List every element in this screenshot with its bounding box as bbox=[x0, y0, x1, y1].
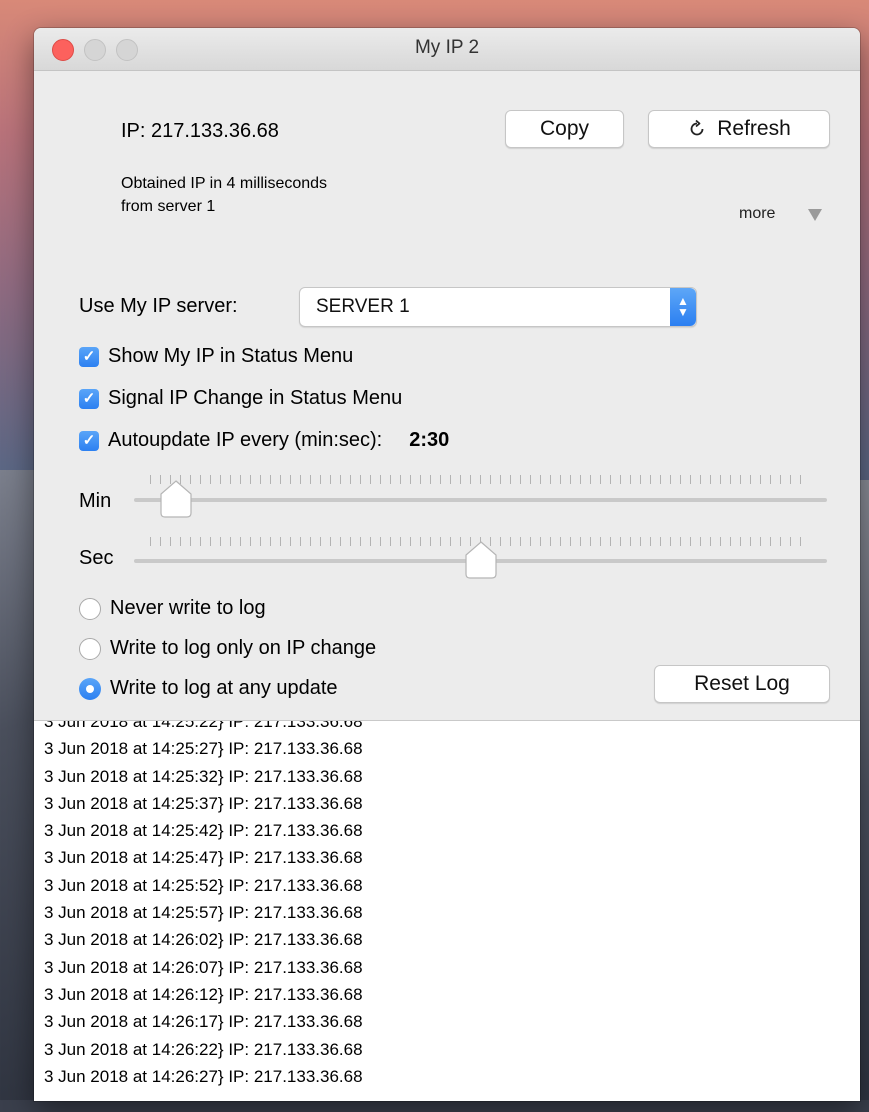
log-line: 3 Jun 2018 at 14:25:22} IP: 217.133.36.6… bbox=[44, 720, 363, 731]
log-line: 3 Jun 2018 at 14:25:42} IP: 217.133.36.6… bbox=[44, 821, 363, 841]
title-bar: My IP 2 bbox=[34, 28, 860, 71]
ip-address-label: IP: 217.133.36.68 bbox=[121, 120, 279, 142]
log-lines: 3 Jun 2018 at 14:25:22} IP: 217.133.36.6… bbox=[44, 720, 363, 1090]
status-line-2: from server 1 bbox=[121, 198, 216, 215]
never-log-radio[interactable] bbox=[79, 597, 101, 620]
log-line: 3 Jun 2018 at 14:25:27} IP: 217.133.36.6… bbox=[44, 739, 363, 759]
sec-slider-knob[interactable] bbox=[464, 541, 497, 579]
log-line: 3 Jun 2018 at 14:26:22} IP: 217.133.36.6… bbox=[44, 1039, 363, 1059]
status-line-1: Obtained IP in 4 milliseconds bbox=[121, 175, 328, 192]
server-label: Use My IP server: bbox=[79, 295, 238, 317]
log-line: 3 Jun 2018 at 14:25:32} IP: 217.133.36.6… bbox=[44, 766, 363, 786]
log-line: 3 Jun 2018 at 14:26:12} IP: 217.133.36.6… bbox=[44, 984, 363, 1004]
show-status-checkbox[interactable]: ✓ bbox=[79, 346, 99, 367]
refresh-icon bbox=[690, 119, 704, 136]
signal-change-checkbox[interactable]: ✓ bbox=[79, 388, 99, 409]
on-change-log-label: Write to log only on IP change bbox=[110, 637, 377, 659]
log-line: 3 Jun 2018 at 14:25:37} IP: 217.133.36.6… bbox=[44, 793, 363, 813]
autoupdate-time-value: 2:30 bbox=[409, 429, 450, 451]
copy-button[interactable]: Copy bbox=[505, 110, 624, 148]
reset-log-button[interactable]: Reset Log bbox=[654, 665, 830, 703]
show-status-row[interactable]: ✓ Show My IP in Status Menu bbox=[79, 345, 353, 368]
min-slider-track[interactable] bbox=[134, 498, 827, 502]
autoupdate-checkbox[interactable]: ✓ bbox=[79, 430, 99, 451]
more-label[interactable]: more bbox=[739, 205, 775, 223]
autoupdate-row[interactable]: ✓ Autoupdate IP every (min:sec): 2:30 bbox=[79, 429, 449, 452]
show-status-label: Show My IP in Status Menu bbox=[108, 345, 354, 367]
log-line: 3 Jun 2018 at 14:25:47} IP: 217.133.36.6… bbox=[44, 848, 363, 868]
min-slider-ticks bbox=[150, 475, 806, 484]
any-update-log-radio[interactable] bbox=[79, 677, 101, 700]
status-text: Obtained IP in 4 milliseconds from serve… bbox=[121, 172, 327, 218]
window-title: My IP 2 bbox=[414, 37, 480, 58]
any-update-log-label: Write to log at any update bbox=[110, 677, 338, 699]
disclosure-triangle-icon[interactable] bbox=[808, 209, 822, 221]
log-view[interactable]: 3 Jun 2018 at 14:25:22} IP: 217.133.36.6… bbox=[34, 720, 860, 1101]
autoupdate-label: Autoupdate IP every (min:sec): bbox=[108, 429, 383, 451]
refresh-button[interactable]: Refresh bbox=[648, 110, 830, 148]
min-slider-knob[interactable] bbox=[159, 480, 192, 518]
signal-change-label: Signal IP Change in Status Menu bbox=[108, 387, 403, 409]
min-slider-label: Min bbox=[79, 490, 112, 512]
wallpaper-bottom bbox=[0, 1100, 869, 1112]
server-select[interactable]: SERVER 1 ▲ ▼ bbox=[299, 287, 697, 327]
log-line: 3 Jun 2018 at 14:26:17} IP: 217.133.36.6… bbox=[44, 1012, 363, 1032]
any-update-log-row[interactable]: Write to log at any update bbox=[79, 677, 338, 700]
sec-slider-label: Sec bbox=[79, 547, 114, 569]
select-arrows-icon[interactable]: ▲ ▼ bbox=[670, 288, 696, 326]
on-change-log-row[interactable]: Write to log only on IP change bbox=[79, 637, 376, 660]
signal-change-row[interactable]: ✓ Signal IP Change in Status Menu bbox=[79, 387, 402, 410]
never-log-row[interactable]: Never write to log bbox=[79, 597, 266, 620]
never-log-label: Never write to log bbox=[110, 597, 266, 619]
log-line: 3 Jun 2018 at 14:25:57} IP: 217.133.36.6… bbox=[44, 903, 363, 923]
on-change-log-radio[interactable] bbox=[79, 637, 101, 660]
log-line: 3 Jun 2018 at 14:26:07} IP: 217.133.36.6… bbox=[44, 957, 363, 977]
log-line: 3 Jun 2018 at 14:26:02} IP: 217.133.36.6… bbox=[44, 930, 363, 950]
log-line: 3 Jun 2018 at 14:25:52} IP: 217.133.36.6… bbox=[44, 875, 363, 895]
log-line: 3 Jun 2018 at 14:26:27} IP: 217.133.36.6… bbox=[44, 1066, 363, 1086]
app-window: My IP 2 IP: 217.133.36.68 Obtained IP in… bbox=[34, 28, 860, 1101]
server-select-value: SERVER 1 bbox=[316, 296, 410, 317]
refresh-button-label: Refresh bbox=[717, 117, 791, 140]
